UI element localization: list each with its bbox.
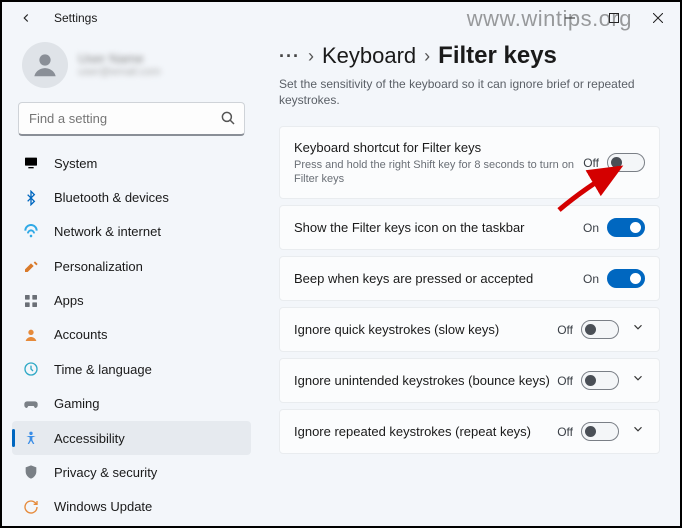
breadcrumb-ellipsis[interactable]: ··· bbox=[279, 47, 300, 65]
setting-title: Keyboard shortcut for Filter keys bbox=[294, 139, 583, 156]
breadcrumb: ··· › Keyboard › Filter keys bbox=[279, 42, 660, 70]
time-icon bbox=[22, 360, 40, 378]
setting-title: Ignore unintended keystrokes (bounce key… bbox=[294, 372, 557, 389]
setting-card: Keyboard shortcut for Filter keys Press a… bbox=[279, 126, 660, 199]
minimize-button[interactable] bbox=[548, 2, 592, 34]
sidebar-item-label: Network & internet bbox=[54, 224, 161, 239]
toggle-state-label: On bbox=[583, 221, 599, 235]
sidebar-item-label: System bbox=[54, 156, 97, 171]
search-input[interactable] bbox=[18, 102, 245, 136]
sidebar-item-label: Personalization bbox=[54, 259, 143, 274]
sidebar: User Name user@email.com System Bluetoot… bbox=[2, 34, 257, 524]
toggle-state-label: Off bbox=[557, 374, 573, 388]
toggle-switch[interactable] bbox=[607, 269, 645, 288]
toggle-state-label: Off bbox=[583, 156, 599, 170]
window-title: Settings bbox=[54, 11, 97, 25]
accessibility-icon bbox=[22, 429, 40, 447]
setting-title: Beep when keys are pressed or accepted bbox=[294, 270, 583, 287]
sidebar-item-accounts[interactable]: Accounts bbox=[12, 318, 251, 352]
breadcrumb-current: Filter keys bbox=[438, 42, 557, 70]
sidebar-item-system[interactable]: System bbox=[12, 146, 251, 180]
chevron-right-icon: › bbox=[308, 46, 314, 67]
setting-subtitle: Press and hold the right Shift key for 8… bbox=[294, 158, 583, 186]
sidebar-item-label: Windows Update bbox=[54, 499, 152, 514]
apps-icon bbox=[22, 292, 40, 310]
sidebar-item-time[interactable]: Time & language bbox=[12, 352, 251, 386]
page-description: Set the sensitivity of the keyboard so i… bbox=[279, 76, 649, 108]
setting-title: Ignore repeated keystrokes (repeat keys) bbox=[294, 423, 557, 440]
system-icon bbox=[22, 154, 40, 172]
sidebar-item-apps[interactable]: Apps bbox=[12, 283, 251, 317]
nav-list: System Bluetooth & devices Network & int… bbox=[12, 146, 251, 524]
chevron-right-icon: › bbox=[424, 46, 430, 67]
breadcrumb-parent[interactable]: Keyboard bbox=[322, 43, 416, 69]
setting-title: Ignore quick keystrokes (slow keys) bbox=[294, 321, 557, 338]
sidebar-item-label: Privacy & security bbox=[54, 465, 157, 480]
accounts-icon bbox=[22, 326, 40, 344]
user-profile[interactable]: User Name user@email.com bbox=[12, 38, 251, 98]
toggle-switch[interactable] bbox=[581, 422, 619, 441]
setting-card: Beep when keys are pressed or acceptedOn bbox=[279, 256, 660, 301]
user-info: User Name user@email.com bbox=[78, 52, 161, 78]
sidebar-item-label: Apps bbox=[54, 293, 84, 308]
sidebar-item-label: Time & language bbox=[54, 362, 152, 377]
chevron-down-icon[interactable] bbox=[631, 320, 645, 339]
toggle-switch[interactable] bbox=[607, 153, 645, 172]
toggle-switch[interactable] bbox=[581, 320, 619, 339]
sidebar-item-accessibility[interactable]: Accessibility bbox=[12, 421, 251, 455]
user-email: user@email.com bbox=[78, 66, 161, 78]
sidebar-item-network[interactable]: Network & internet bbox=[12, 215, 251, 249]
maximize-button[interactable] bbox=[592, 2, 636, 34]
sidebar-item-label: Gaming bbox=[54, 396, 100, 411]
toggle-switch[interactable] bbox=[581, 371, 619, 390]
sidebar-item-personalization[interactable]: Personalization bbox=[12, 249, 251, 283]
close-button[interactable] bbox=[636, 2, 680, 34]
content-area: ··· › Keyboard › Filter keys Set the sen… bbox=[257, 34, 680, 524]
avatar bbox=[22, 42, 68, 88]
setting-title: Show the Filter keys icon on the taskbar bbox=[294, 219, 583, 236]
search-icon bbox=[219, 109, 237, 132]
toggle-state-label: On bbox=[583, 272, 599, 286]
update-icon bbox=[22, 498, 40, 516]
sidebar-item-label: Accounts bbox=[54, 327, 107, 342]
user-name: User Name bbox=[78, 52, 161, 66]
gaming-icon bbox=[22, 395, 40, 413]
setting-card: Show the Filter keys icon on the taskbar… bbox=[279, 205, 660, 250]
sidebar-item-gaming[interactable]: Gaming bbox=[12, 387, 251, 421]
network-icon bbox=[22, 223, 40, 241]
setting-card: Ignore repeated keystrokes (repeat keys)… bbox=[279, 409, 660, 454]
sidebar-item-label: Bluetooth & devices bbox=[54, 190, 169, 205]
chevron-down-icon[interactable] bbox=[631, 371, 645, 390]
back-button[interactable] bbox=[14, 6, 38, 30]
toggle-state-label: Off bbox=[557, 323, 573, 337]
bluetooth-icon bbox=[22, 189, 40, 207]
titlebar: Settings bbox=[2, 2, 680, 34]
chevron-down-icon[interactable] bbox=[631, 422, 645, 441]
setting-card: Ignore unintended keystrokes (bounce key… bbox=[279, 358, 660, 403]
personalization-icon bbox=[22, 257, 40, 275]
sidebar-item-update[interactable]: Windows Update bbox=[12, 490, 251, 524]
sidebar-item-privacy[interactable]: Privacy & security bbox=[12, 455, 251, 489]
sidebar-item-bluetooth[interactable]: Bluetooth & devices bbox=[12, 180, 251, 214]
privacy-icon bbox=[22, 463, 40, 481]
toggle-state-label: Off bbox=[557, 425, 573, 439]
setting-card: Ignore quick keystrokes (slow keys)Off bbox=[279, 307, 660, 352]
sidebar-item-label: Accessibility bbox=[54, 431, 125, 446]
toggle-switch[interactable] bbox=[607, 218, 645, 237]
